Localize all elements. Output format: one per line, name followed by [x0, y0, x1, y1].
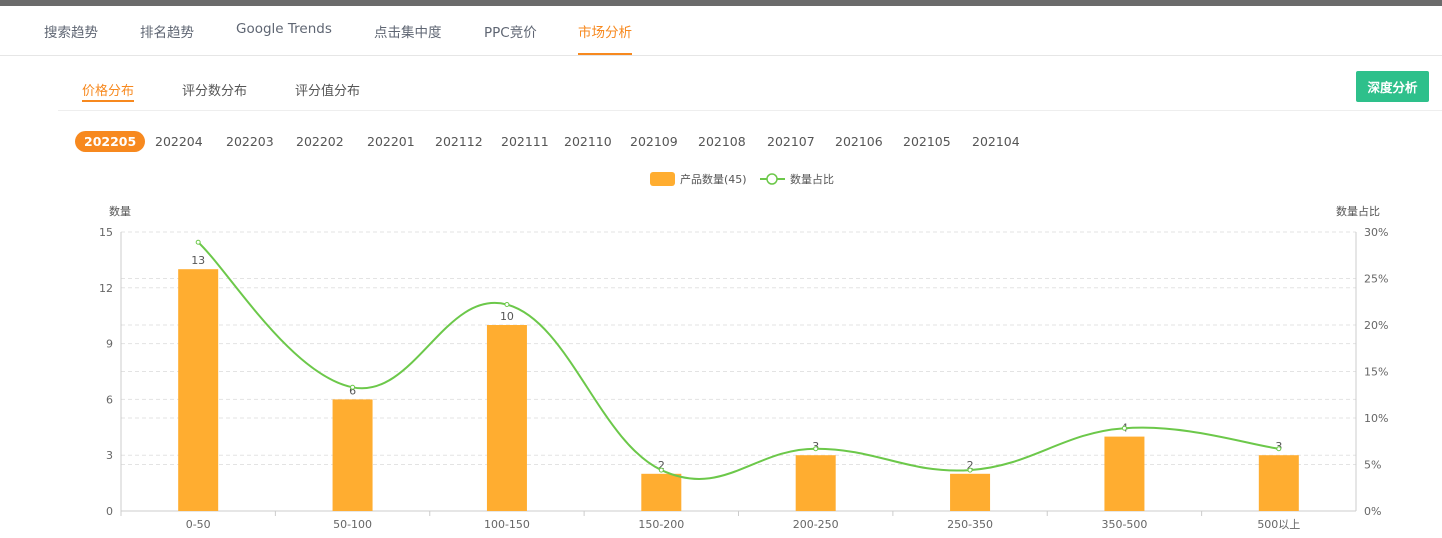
sub-tabs: 价格分布 评分数分布 评分值分布	[58, 56, 1442, 111]
deep-analysis-button[interactable]: 深度分析	[1356, 71, 1429, 102]
y-tick-label: 9	[106, 338, 113, 351]
y-tick-label: 3	[106, 449, 113, 462]
ratio-point	[1276, 446, 1282, 452]
bar	[641, 473, 682, 511]
legend-bar-label: 产品数量(45)	[680, 172, 747, 186]
legend-line-marker	[766, 173, 778, 185]
bar-value-label: 10	[500, 310, 514, 323]
month-202111[interactable]: 202111	[492, 131, 558, 152]
y-axis-title: 数量	[109, 205, 131, 218]
bar	[1258, 455, 1299, 511]
bar-value-label: 2	[658, 459, 665, 472]
month-202204[interactable]: 202204	[146, 131, 212, 152]
subtab-1[interactable]: 评分数分布	[182, 80, 247, 99]
month-202110[interactable]: 202110	[555, 131, 621, 152]
x-tick-label: 50-100	[333, 518, 372, 531]
y-tick-label: 15	[99, 226, 113, 239]
y-right-tick-label: 25%	[1364, 273, 1388, 286]
bar	[950, 473, 991, 511]
month-202105[interactable]: 202105	[894, 131, 960, 152]
bar	[178, 269, 219, 511]
month-202202[interactable]: 202202	[287, 131, 353, 152]
tab-2[interactable]: Google Trends	[236, 21, 332, 37]
month-202104[interactable]: 202104	[963, 131, 1029, 152]
ratio-line	[197, 241, 1279, 480]
ratio-point	[1121, 425, 1127, 431]
x-tick-label: 150-200	[638, 518, 684, 531]
month-202112[interactable]: 202112	[426, 131, 492, 152]
bar-value-label: 2	[967, 459, 974, 472]
bar	[1104, 436, 1145, 511]
y-axis-right-title: 数量占比	[1336, 204, 1380, 218]
legend-bar-swatch	[650, 172, 675, 186]
month-202108[interactable]: 202108	[689, 131, 755, 152]
tab-3[interactable]: 点击集中度	[374, 21, 442, 41]
bar	[332, 399, 373, 511]
bar	[795, 455, 836, 511]
bar-value-label: 3	[812, 440, 819, 453]
y-tick-label: 6	[106, 393, 113, 406]
ratio-point	[350, 384, 356, 390]
ratio-point	[195, 239, 201, 245]
x-tick-label: 500以上	[1257, 518, 1300, 531]
y-tick-label: 0	[106, 505, 113, 518]
month-202205[interactable]: 202205	[75, 131, 146, 152]
y-right-tick-label: 30%	[1364, 226, 1388, 239]
x-tick-label: 0-50	[186, 518, 211, 531]
month-202201[interactable]: 202201	[358, 131, 424, 152]
x-tick-label: 200-250	[793, 518, 839, 531]
tab-4[interactable]: PPC竞价	[484, 21, 537, 41]
bar-value-label: 4	[1121, 422, 1128, 435]
main-tabs: 搜索趋势 排名趋势 Google Trends 点击集中度 PPC竞价 市场分析	[0, 6, 1442, 56]
subtab-0[interactable]: 价格分布	[82, 80, 135, 102]
month-202107[interactable]: 202107	[758, 131, 824, 152]
y-right-tick-label: 15%	[1364, 366, 1388, 379]
bar	[486, 325, 527, 511]
ratio-point	[967, 467, 973, 473]
month-202109[interactable]: 202109	[621, 131, 687, 152]
x-tick-label: 100-150	[484, 518, 530, 531]
ratio-point	[658, 467, 664, 473]
y-right-tick-label: 10%	[1364, 412, 1388, 425]
ratio-point	[813, 446, 819, 452]
bar-value-label: 3	[1275, 440, 1282, 453]
x-tick-label: 350-500	[1101, 518, 1147, 531]
x-tick-label: 250-350	[947, 518, 993, 531]
legend-line-label: 数量占比	[790, 172, 834, 186]
bar-value-label: 13	[191, 254, 205, 267]
y-right-tick-label: 0%	[1364, 505, 1381, 518]
month-202106[interactable]: 202106	[826, 131, 892, 152]
tab-0[interactable]: 搜索趋势	[44, 21, 98, 41]
y-tick-label: 12	[99, 282, 113, 295]
bar-value-label: 6	[349, 384, 356, 397]
subtab-2[interactable]: 评分值分布	[295, 80, 360, 99]
y-right-tick-label: 20%	[1364, 319, 1388, 332]
tab-1[interactable]: 排名趋势	[140, 21, 194, 41]
ratio-point	[504, 302, 510, 308]
tab-5[interactable]: 市场分析	[578, 21, 632, 55]
month-202203[interactable]: 202203	[217, 131, 283, 152]
y-right-tick-label: 5%	[1364, 459, 1381, 472]
